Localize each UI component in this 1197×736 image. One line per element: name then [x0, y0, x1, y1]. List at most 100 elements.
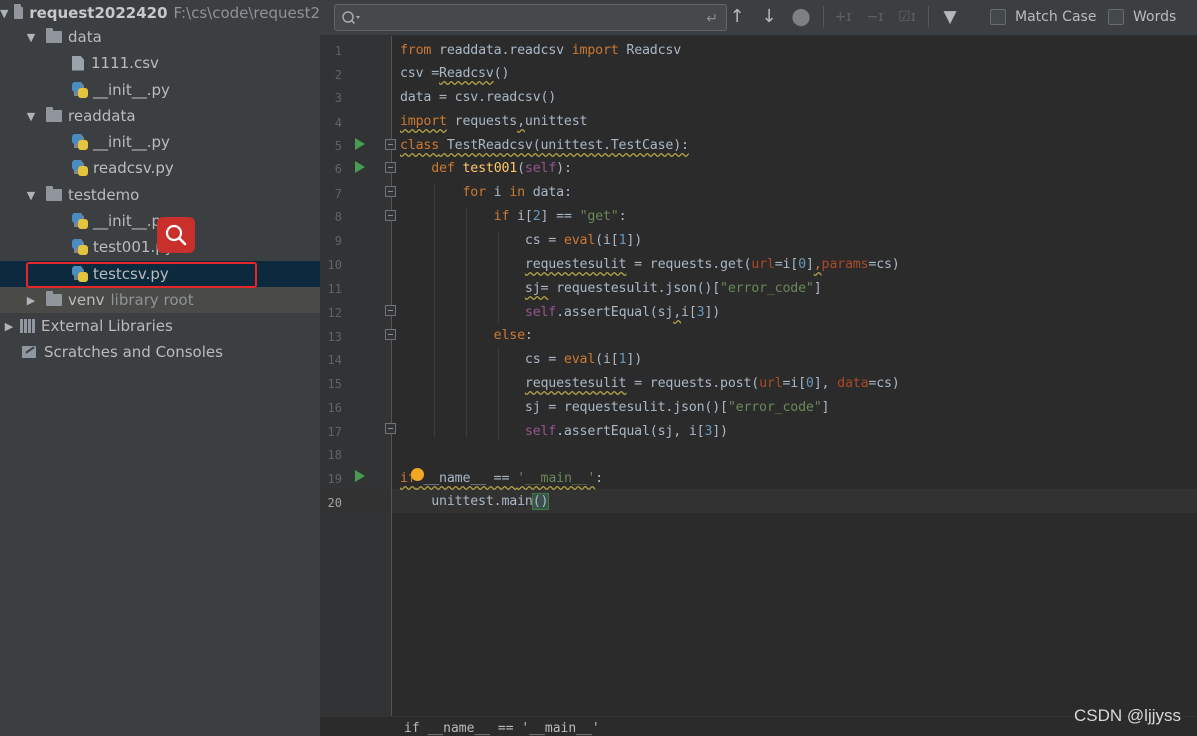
code-line-7: for i in data:	[462, 185, 572, 200]
selection-highlight-box	[26, 262, 257, 288]
folder-icon	[46, 186, 62, 201]
enter-icon: ↵	[706, 11, 718, 27]
tree-item-label: readcsv.py	[93, 159, 174, 177]
tree-item-label: testdemo	[68, 186, 140, 204]
fold-icon[interactable]	[385, 162, 396, 173]
run-test-icon[interactable]	[355, 161, 365, 173]
tree-item-label: venv	[68, 291, 105, 309]
line-number: 12	[327, 306, 342, 320]
fold-icon[interactable]	[385, 423, 396, 434]
next-occurrence-icon[interactable]: ↓	[758, 6, 780, 28]
tree-item-venv[interactable]: ▶ venv library root	[0, 287, 320, 313]
add-occurrence-icon[interactable]: +ɪ	[832, 6, 854, 28]
tree-item-data[interactable]: ▼ data	[0, 24, 320, 50]
tree-item-label: __init__.py	[93, 81, 170, 99]
line-number: 19	[327, 472, 342, 486]
chevron-down-icon[interactable]: ▼	[0, 7, 8, 20]
tree-item-readcsv-py[interactable]: readcsv.py	[0, 155, 320, 181]
code-line-11: sj= requestesulit.json()["error_code"]	[524, 281, 822, 296]
scratches-icon	[22, 344, 38, 360]
code-line-10: requestesulit = requests.get(url=i[0],pa…	[524, 257, 900, 272]
python-file-icon	[72, 160, 88, 176]
code-line-14: cs = eval(i[1])	[400, 352, 643, 367]
previous-occurrence-icon[interactable]: ↑	[726, 6, 748, 28]
library-icon	[20, 319, 36, 333]
fold-icon[interactable]	[385, 139, 396, 150]
search-input[interactable]: ↵	[334, 4, 727, 31]
line-number: 17	[327, 425, 342, 439]
code-line-4: import requests,unittest	[400, 114, 588, 129]
match-case-checkbox[interactable]	[990, 9, 1006, 25]
line-number: 3	[334, 91, 342, 105]
fold-icon[interactable]	[385, 329, 396, 340]
line-number: 14	[327, 353, 342, 367]
run-test-icon[interactable]	[355, 138, 365, 150]
watermark: CSDN @ljjyss	[1074, 706, 1181, 725]
select-all-icon[interactable]: ☑ɪ	[896, 6, 918, 28]
folder-icon	[46, 107, 62, 122]
tree-root-request2022420[interactable]: ▼ request2022420 F:\cs\code\request2	[0, 0, 320, 26]
chevron-down-icon[interactable]: ▼	[24, 110, 38, 123]
chevron-right-icon[interactable]: ▶	[24, 294, 38, 307]
line-number: 11	[327, 282, 342, 296]
python-file-icon	[72, 134, 88, 150]
words-checkbox[interactable]	[1108, 9, 1124, 25]
line-number: 13	[327, 330, 342, 344]
line-number: 9	[334, 234, 342, 248]
find-toolbar: ↵ ↑ ↓ ⬤ +ɪ −ɪ ☑ɪ ▼ Match Case Words	[320, 0, 1197, 36]
code-line-19: if __name__ == '__main__':	[400, 471, 603, 486]
folder-icon	[14, 4, 24, 19]
chevron-down-icon[interactable]: ▼	[24, 189, 38, 202]
remove-occurrence-icon[interactable]: −ɪ	[864, 6, 886, 28]
tree-root-label: request2022420	[29, 4, 168, 22]
code-line-12: self.assertEqual(sj,i[3])	[524, 305, 721, 320]
fold-icon[interactable]	[385, 186, 396, 197]
tree-item-readdata-init-py[interactable]: __init__.py	[0, 129, 320, 155]
words-label[interactable]: Words	[1133, 9, 1176, 25]
match-case-label[interactable]: Match Case	[1015, 9, 1096, 25]
code-line-3: data = csv.readcsv()	[400, 90, 557, 105]
breadcrumb[interactable]: if __name__ == '__main__'	[404, 721, 600, 736]
tree-item-label: Scratches and Consoles	[44, 343, 223, 361]
run-main-icon[interactable]	[355, 470, 365, 482]
code-line-5: class TestReadcsv(unittest.TestCase):	[400, 138, 689, 153]
magnifier-icon	[165, 224, 187, 246]
tree-item-data-init-py[interactable]: __init__.py	[0, 77, 320, 103]
tree-item-scratches[interactable]: Scratches and Consoles	[0, 339, 320, 365]
line-number: 16	[327, 401, 342, 415]
line-number: 2	[334, 68, 342, 82]
chevron-down-icon[interactable]: ▼	[24, 31, 38, 44]
tree-item-external-libraries[interactable]: ▶ External Libraries	[0, 313, 320, 339]
text-file-icon	[72, 55, 84, 71]
code-line-13: else:	[493, 328, 533, 343]
code-line-15: requestesulit = requests.post(url=i[0], …	[524, 376, 900, 391]
tree-item-readdata[interactable]: ▼ readdata	[0, 103, 320, 129]
code-line-16: sj = requestesulit.json()["error_code"]	[400, 400, 830, 415]
line-number: 4	[334, 116, 342, 130]
code-line-8: if i[2] == "get":	[493, 209, 627, 224]
search-history-icon[interactable]	[341, 10, 361, 26]
tree-item-testdemo[interactable]: ▼ testdemo	[0, 182, 320, 208]
fold-icon[interactable]	[385, 305, 396, 316]
tree-item-hint: library root	[110, 291, 194, 309]
python-file-icon	[72, 82, 88, 98]
fold-icon[interactable]	[385, 210, 396, 221]
select-all-occurrences-icon[interactable]: ⬤	[790, 6, 812, 28]
code-line-9: cs = eval(i[1])	[400, 233, 643, 248]
code-line-2: csv =Readcsv()	[400, 66, 510, 81]
search-overlay-button[interactable]	[157, 217, 195, 253]
line-number: 18	[327, 448, 342, 462]
tree-item-1111-csv[interactable]: 1111.csv	[0, 50, 320, 76]
python-file-icon	[72, 239, 88, 255]
folder-icon	[46, 28, 62, 43]
line-number: 6	[334, 162, 342, 176]
tree-item-label: __init__.py	[93, 133, 170, 151]
chevron-right-icon[interactable]: ▶	[2, 320, 16, 333]
code-line-1: from readdata.readcsv import Readcsv	[400, 43, 682, 58]
line-number: 7	[334, 187, 342, 201]
filter-icon[interactable]: ▼	[939, 6, 961, 28]
intention-bulb-icon[interactable]	[411, 468, 424, 481]
tree-item-label: data	[68, 28, 102, 46]
line-number: 20	[327, 496, 342, 510]
tree-item-label: 1111.csv	[91, 54, 159, 72]
